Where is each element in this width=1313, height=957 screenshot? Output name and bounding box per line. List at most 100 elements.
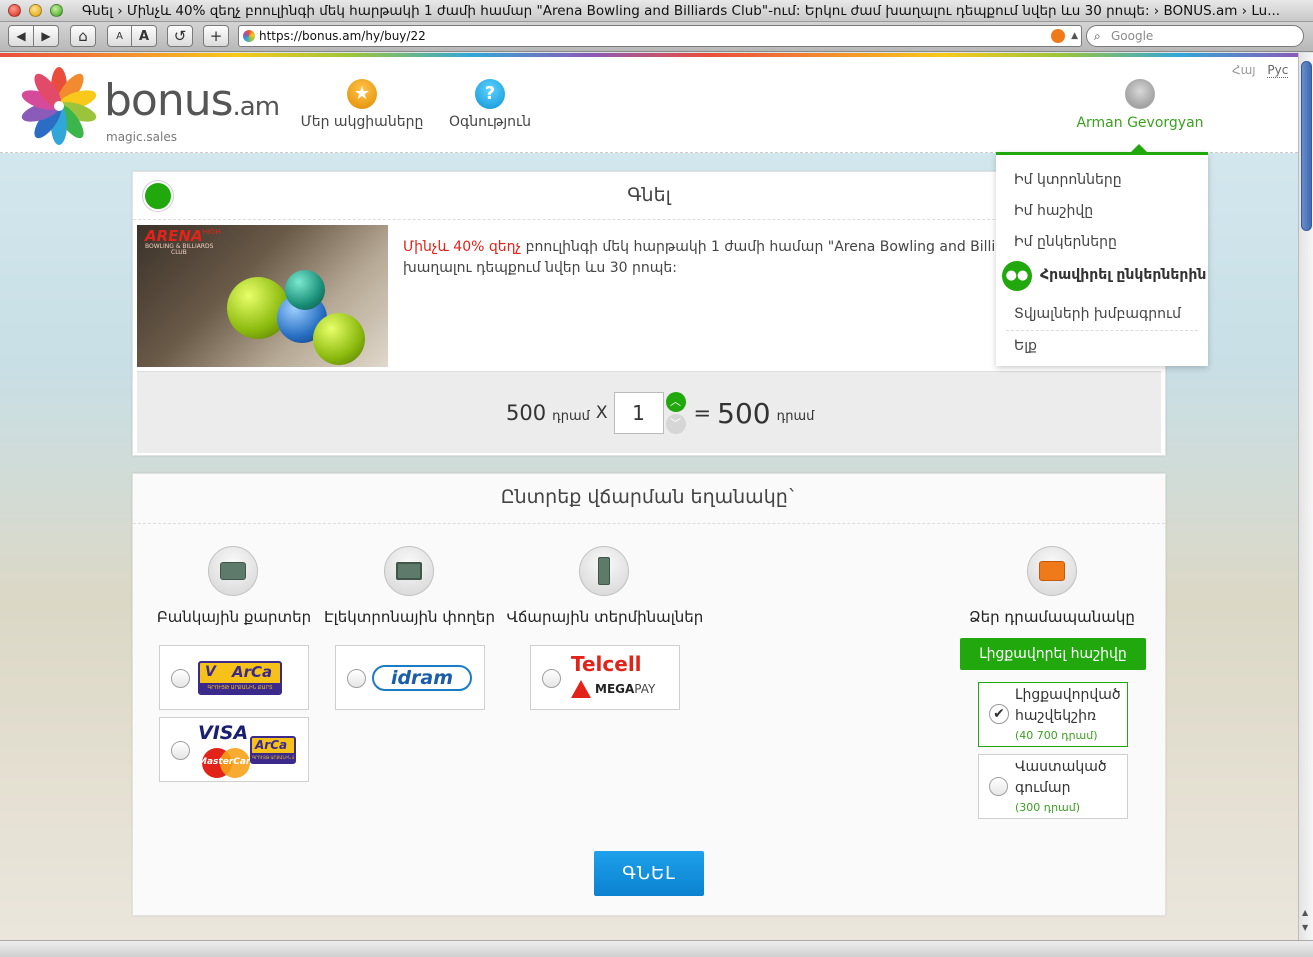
nav-help[interactable]: ? Օգնություն bbox=[440, 79, 540, 130]
topup-button-label: Լիցքավորել հաշիվը bbox=[979, 646, 1127, 662]
back-button[interactable]: ◀ bbox=[8, 25, 34, 47]
flower-logo-icon bbox=[21, 67, 97, 145]
lang-ru[interactable]: Рус bbox=[1267, 63, 1289, 78]
vertical-scrollbar[interactable]: ▲ ▼ bbox=[1298, 53, 1313, 940]
arca-name: ArCa bbox=[232, 663, 273, 681]
deal-highlight: Մինչև 40% զեղչ bbox=[403, 239, 522, 255]
dropdown-item-my-coupons[interactable]: Իմ կտրոնները bbox=[1014, 172, 1122, 188]
lang-hy[interactable]: Հայ bbox=[1232, 63, 1256, 77]
avatar bbox=[1125, 79, 1155, 109]
reload-icon: ↺ bbox=[173, 27, 187, 45]
nav-promotions[interactable]: ★ Մեր ակցիաները bbox=[300, 79, 424, 130]
site-header: bonus.am magic.sales ★ Մեր ակցիաները ? Օ… bbox=[0, 57, 1298, 153]
user-dropdown: Իմ կտրոնները Իմ հաշիվը Իմ ընկերները ●● Հ… bbox=[996, 144, 1208, 366]
topup-button[interactable]: Լիցքավորել հաշիվը bbox=[960, 638, 1146, 670]
megapay-logo: MEGA PAY bbox=[571, 680, 655, 698]
deal-image[interactable]: ARENAHIGH BOWLING & BILLIARDS CLUB bbox=[137, 225, 388, 367]
dropdown-divider bbox=[1006, 330, 1198, 331]
buy-button[interactable]: ԳՆԵԼ bbox=[594, 851, 704, 896]
method-terminals-label: Վճարային տերմինալներ bbox=[506, 608, 704, 626]
friends-icon: ●● bbox=[1002, 261, 1032, 291]
page-viewport: bonus.am magic.sales ★ Մեր ակցիաները ? Օ… bbox=[0, 53, 1298, 940]
arena-logo-club: CLUB bbox=[171, 249, 187, 256]
star-icon: ★ bbox=[347, 79, 377, 109]
site-logo[interactable]: bonus.am magic.sales bbox=[18, 65, 280, 147]
scroll-up-arrow-icon[interactable]: ▼ bbox=[1302, 923, 1308, 932]
times-sign: X bbox=[595, 403, 608, 423]
scroll-down-arrow-icon[interactable]: ▲ bbox=[1302, 908, 1308, 917]
megapay-triangle-icon bbox=[571, 680, 591, 698]
minimize-window-button[interactable] bbox=[29, 4, 42, 17]
quantity-up-icon[interactable]: ︿ bbox=[665, 392, 686, 412]
megapay-pay: PAY bbox=[634, 682, 656, 696]
user-menu[interactable]: Arman Gevorgyan bbox=[1068, 79, 1212, 131]
arca-v: V bbox=[205, 664, 216, 680]
dropdown-item-logout[interactable]: Ելք bbox=[1014, 338, 1037, 354]
add-bookmark-button[interactable]: + bbox=[203, 25, 229, 47]
dropdown-item-edit-profile[interactable]: Տվյալների խմբագրում bbox=[1014, 306, 1181, 322]
site-favicon-icon bbox=[243, 30, 255, 42]
logo-tagline: magic.sales bbox=[106, 130, 177, 144]
nav-promotions-label: Մեր ակցիաները bbox=[300, 114, 424, 130]
arca-small-logo: ArCa ԳՐՈՒՅԹ ԱՐՔԱՆԻՆ ՔԱՐՏ bbox=[250, 736, 296, 764]
unit-currency: դրամ bbox=[552, 408, 590, 424]
radio-telcell[interactable] bbox=[542, 669, 561, 688]
dropdown-item-my-account[interactable]: Իմ հաշիվը bbox=[1014, 203, 1093, 219]
quantity-down-icon[interactable]: ﹀ bbox=[665, 414, 686, 434]
rss-icon[interactable] bbox=[1051, 29, 1065, 43]
reload-button[interactable]: ↺ bbox=[167, 25, 193, 47]
arena-logo-sup: HIGH bbox=[202, 228, 221, 236]
search-field[interactable]: ⌕ Google bbox=[1086, 25, 1304, 47]
arca-small-sub: ԳՐՈՒՅԹ ԱՐՔԱՆԻՆ ՔԱՐՏ bbox=[252, 753, 294, 762]
dropdown-item-my-friends[interactable]: Իմ ընկերները bbox=[1014, 234, 1117, 250]
deal-line-1: բոուլինգի մեկ հարթակի 1 ժամի համար "Aren… bbox=[521, 239, 1062, 255]
option-visa-mastercard[interactable]: VISA MasterCard ArCa ԳՐՈՒՅԹ ԱՐՔԱՆԻՆ ՔԱՐՏ bbox=[159, 717, 309, 782]
wallet-option-earned[interactable]: Վաստակած գումար (300 դրամ) bbox=[978, 754, 1128, 819]
home-button[interactable]: ⌂ bbox=[70, 25, 96, 47]
horizontal-scrollbar[interactable] bbox=[0, 940, 1313, 957]
option-arca[interactable]: V ArCa ԳՐՈՒՅԹ ԱՐՔԱՆԻՆ ՔԱՐՏ bbox=[159, 645, 309, 710]
radio-arca[interactable] bbox=[171, 669, 190, 688]
arca-sub: ԳՐՈՒՅԹ ԱՐՔԱՆԻՆ ՔԱՐՏ bbox=[200, 683, 280, 693]
dropdown-item-invite-friends[interactable]: ●● Հրավիրել ընկերներին bbox=[1002, 261, 1206, 291]
arca-logo: V ArCa ԳՐՈՒՅԹ ԱՐՔԱՆԻՆ ՔԱՐՏ bbox=[198, 661, 282, 695]
back-arrow-icon: ◀ bbox=[16, 29, 26, 43]
browser-toolbar: ◀ ▶ ⌂ A A ↺ + https://bonus.am/hy/buy/22… bbox=[0, 22, 1313, 52]
font-larger-button[interactable]: A bbox=[131, 25, 157, 47]
quantity-stepper: ︿ ﹀ bbox=[665, 392, 688, 434]
wallet-option-balance[interactable]: ✔ Լիցքավորված հաշվեկշիռ (40 700 դրամ) bbox=[978, 682, 1128, 747]
telcell-logo: Telcell bbox=[571, 652, 642, 676]
buy-button-label: ԳՆԵԼ bbox=[622, 863, 676, 884]
radio-idram[interactable] bbox=[347, 669, 366, 688]
unit-price: 500 bbox=[506, 401, 547, 425]
close-window-button[interactable] bbox=[8, 4, 21, 17]
option-idram[interactable]: idram bbox=[335, 645, 485, 710]
address-dropdown-icon[interactable]: ▲ bbox=[1071, 26, 1078, 46]
method-bank-cards-label: Բանկային քարտեր bbox=[156, 608, 312, 626]
window-titlebar: Գնել › Մինչև 40% զեղչ բոուլինգի մեկ հարթ… bbox=[0, 0, 1313, 22]
balance-checkbox-icon[interactable]: ✔ bbox=[989, 704, 1009, 724]
option-telcell[interactable]: Telcell MEGA PAY bbox=[530, 645, 680, 710]
earned-radio[interactable] bbox=[989, 777, 1008, 796]
monitor-icon bbox=[384, 546, 434, 596]
balance-amount: (40 700 դրամ) bbox=[1015, 729, 1098, 742]
forward-arrow-icon: ▶ bbox=[41, 29, 51, 43]
mastercard-text: MasterCard bbox=[198, 757, 257, 767]
font-smaller-icon: A bbox=[116, 30, 123, 42]
address-url: https://bonus.am/hy/buy/22 bbox=[259, 29, 426, 43]
help-icon: ? bbox=[475, 79, 505, 109]
font-larger-icon: A bbox=[138, 28, 150, 44]
font-smaller-button[interactable]: A bbox=[107, 25, 132, 47]
zoom-window-button[interactable] bbox=[50, 4, 63, 17]
address-bar[interactable]: https://bonus.am/hy/buy/22 ▲ bbox=[238, 25, 1082, 47]
vertical-scroll-thumb[interactable] bbox=[1301, 61, 1312, 231]
total-price: 500 bbox=[717, 396, 771, 430]
forward-button[interactable]: ▶ bbox=[33, 25, 59, 47]
earned-label-1: Վաստակած bbox=[1015, 759, 1107, 775]
method-wallet-label: Ձեր դրամապանակը bbox=[969, 608, 1135, 626]
mastercard-logo: MasterCard bbox=[198, 748, 257, 778]
radio-visa-mastercard[interactable] bbox=[171, 741, 190, 760]
quantity-section: 500 դրամ X 1 ︿ ﹀ = 500 դրամ bbox=[137, 371, 1161, 453]
idram-logo: idram bbox=[372, 665, 472, 691]
quantity-input[interactable]: 1 bbox=[613, 392, 664, 434]
